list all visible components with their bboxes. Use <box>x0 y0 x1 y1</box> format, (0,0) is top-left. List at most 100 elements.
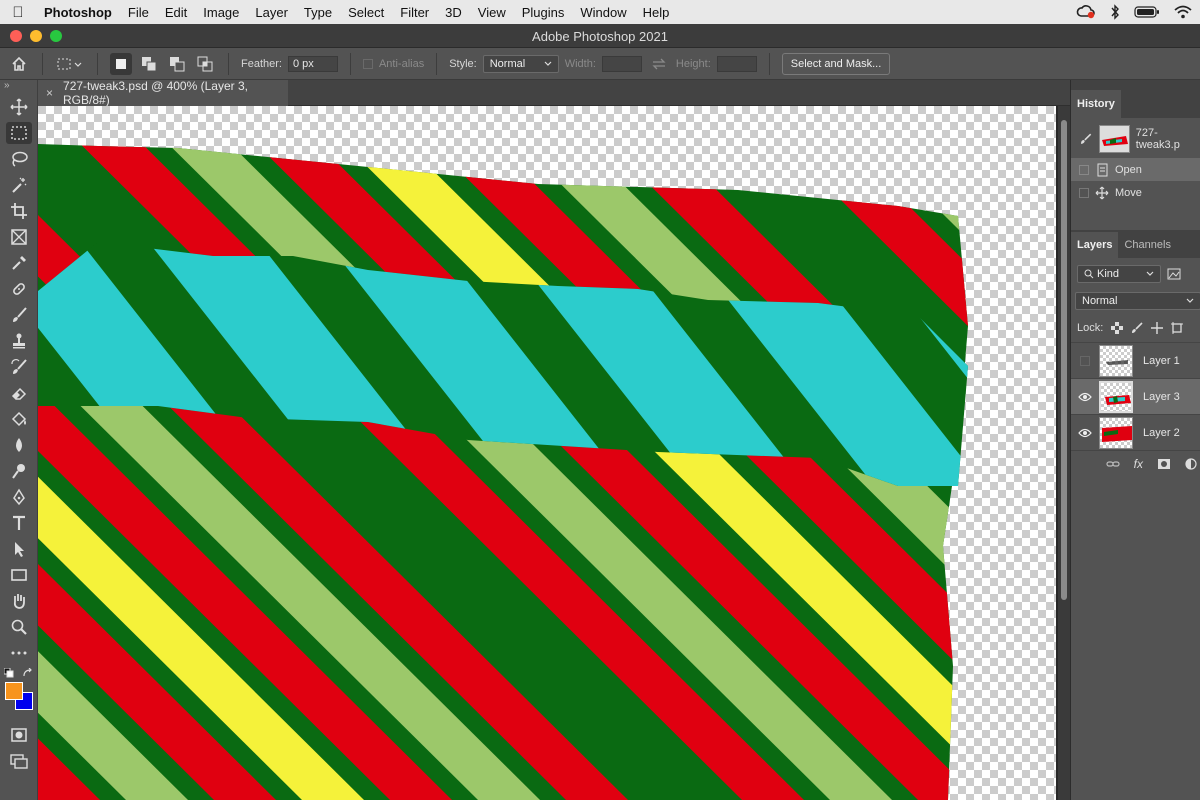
antialias-checkbox[interactable] <box>362 58 373 69</box>
creative-cloud-icon[interactable] <box>1076 4 1096 20</box>
bluetooth-icon[interactable] <box>1110 4 1120 20</box>
marquee-tool[interactable] <box>0 120 38 146</box>
clone-stamp-tool[interactable] <box>0 328 38 354</box>
quick-mask-button[interactable] <box>0 722 38 748</box>
layer-kind-filter[interactable]: Kind <box>1077 265 1161 283</box>
tab-layers[interactable]: Layers <box>1071 232 1119 258</box>
path-selection-tool[interactable] <box>0 536 38 562</box>
brush-tool[interactable] <box>0 302 38 328</box>
magic-wand-tool-icon <box>6 174 32 196</box>
layer-row-layer-2[interactable]: Layer 2 <box>1071 414 1200 450</box>
canvas-vertical-scrollbar[interactable] <box>1058 106 1070 800</box>
healing-brush-tool[interactable] <box>0 276 38 302</box>
select-and-mask-button[interactable]: Select and Mask... <box>781 52 891 75</box>
collapse-panel-icon[interactable]: » <box>0 80 37 94</box>
menu-plugins[interactable]: Plugins <box>514 5 573 20</box>
brush-tool-icon <box>6 304 32 326</box>
layer-row-layer-1[interactable]: Layer 1 <box>1071 342 1200 378</box>
lasso-tool[interactable] <box>0 146 38 172</box>
tab-channels[interactable]: Channels <box>1118 232 1176 258</box>
history-step-checkbox[interactable] <box>1079 187 1089 198</box>
subtract-from-selection-button[interactable] <box>166 53 188 75</box>
new-selection-button[interactable] <box>110 52 132 75</box>
adjustment-layer-icon[interactable] <box>1185 457 1197 470</box>
foreground-color-swatch[interactable] <box>5 682 23 700</box>
history-snapshot[interactable]: 727-tweak3.p <box>1071 122 1200 156</box>
history-brush-tool[interactable] <box>0 354 38 380</box>
move-tool[interactable] <box>0 94 38 120</box>
marquee-preset-picker[interactable] <box>55 53 85 75</box>
menu-help[interactable]: Help <box>635 5 678 20</box>
menu-image[interactable]: Image <box>195 5 247 20</box>
default-colors-icon[interactable] <box>4 668 14 678</box>
pen-tool[interactable] <box>0 484 38 510</box>
feather-input[interactable]: 0 px <box>287 55 338 72</box>
layer-name[interactable]: Layer 3 <box>1143 391 1180 403</box>
style-select[interactable]: Normal <box>482 54 559 73</box>
layer-name[interactable]: Layer 1 <box>1143 355 1180 367</box>
layer-visibility-toggle[interactable] <box>1071 355 1099 366</box>
menu-3d[interactable]: 3D <box>437 5 470 20</box>
hand-tool[interactable] <box>0 588 38 614</box>
close-document-icon[interactable]: × <box>46 86 53 100</box>
tab-history[interactable]: History <box>1071 90 1121 118</box>
dodge-tool[interactable] <box>0 458 38 484</box>
battery-icon[interactable] <box>1134 5 1160 19</box>
eyedropper-tool[interactable] <box>0 250 38 276</box>
height-input[interactable] <box>716 55 757 72</box>
document-tab[interactable]: × 727-tweak3.psd @ 400% (Layer 3, RGB/8#… <box>38 79 288 107</box>
apple-menu-icon[interactable]:  <box>0 4 36 21</box>
paint-bucket-tool[interactable] <box>0 406 38 432</box>
menu-edit[interactable]: Edit <box>157 5 195 20</box>
menu-layer[interactable]: Layer <box>247 5 296 20</box>
blur-tool[interactable] <box>0 432 38 458</box>
layer-visibility-toggle[interactable] <box>1071 428 1099 438</box>
link-layers-icon[interactable] <box>1106 459 1120 469</box>
swap-colors-icon[interactable] <box>22 668 34 678</box>
menu-type[interactable]: Type <box>296 5 340 20</box>
menu-file[interactable]: File <box>120 5 157 20</box>
history-brush-source-icon[interactable] <box>1079 132 1093 146</box>
screen-mode-button[interactable] <box>0 748 38 774</box>
menu-window[interactable]: Window <box>572 5 634 20</box>
height-label: Height: <box>675 57 711 70</box>
lock-image-pixels-icon[interactable] <box>1131 322 1143 334</box>
intersect-selection-button[interactable] <box>194 53 216 75</box>
lock-position-icon[interactable] <box>1151 322 1164 334</box>
menu-app-photoshop[interactable]: Photoshop <box>36 5 120 20</box>
quick-mask-icon <box>6 724 32 746</box>
history-step-move[interactable]: Move <box>1071 181 1200 204</box>
scrollbar-thumb[interactable] <box>1061 120 1067 600</box>
rectangle-tool[interactable] <box>0 562 38 588</box>
history-step-open[interactable]: Open <box>1071 158 1200 181</box>
more-tools[interactable] <box>0 640 38 666</box>
lock-transparent-pixels-icon[interactable] <box>1111 322 1124 334</box>
history-step-checkbox[interactable] <box>1079 164 1089 175</box>
layer-visibility-toggle[interactable] <box>1071 392 1099 402</box>
layer-effects-button[interactable]: fx <box>1134 457 1143 471</box>
menu-filter[interactable]: Filter <box>392 5 437 20</box>
canvas-image[interactable] <box>38 106 1058 800</box>
eraser-tool[interactable] <box>0 380 38 406</box>
width-input[interactable] <box>601 55 642 72</box>
swap-width-height-icon[interactable] <box>648 53 670 75</box>
add-mask-icon[interactable] <box>1157 458 1171 470</box>
snapshot-thumbnail <box>1098 125 1130 153</box>
image-filter-icon[interactable] <box>1167 268 1181 280</box>
layer-name[interactable]: Layer 2 <box>1143 427 1180 439</box>
crop-tool[interactable] <box>0 198 38 224</box>
wifi-icon[interactable] <box>1174 5 1192 19</box>
menu-select[interactable]: Select <box>340 5 392 20</box>
blend-mode-select[interactable]: Normal <box>1075 292 1200 310</box>
magic-wand-tool[interactable] <box>0 172 38 198</box>
menu-view[interactable]: View <box>470 5 514 20</box>
layer-row-layer-3[interactable]: Layer 3 <box>1071 378 1200 414</box>
type-tool[interactable] <box>0 510 38 536</box>
add-to-selection-button[interactable] <box>138 53 160 75</box>
lock-artboard-icon[interactable] <box>1171 322 1184 334</box>
canvas-area[interactable] <box>38 106 1058 800</box>
home-icon[interactable] <box>8 53 30 75</box>
frame-tool[interactable] <box>0 224 38 250</box>
zoom-tool[interactable] <box>0 614 38 640</box>
macos-menubar:  Photoshop File Edit Image Layer Type S… <box>0 0 1200 24</box>
